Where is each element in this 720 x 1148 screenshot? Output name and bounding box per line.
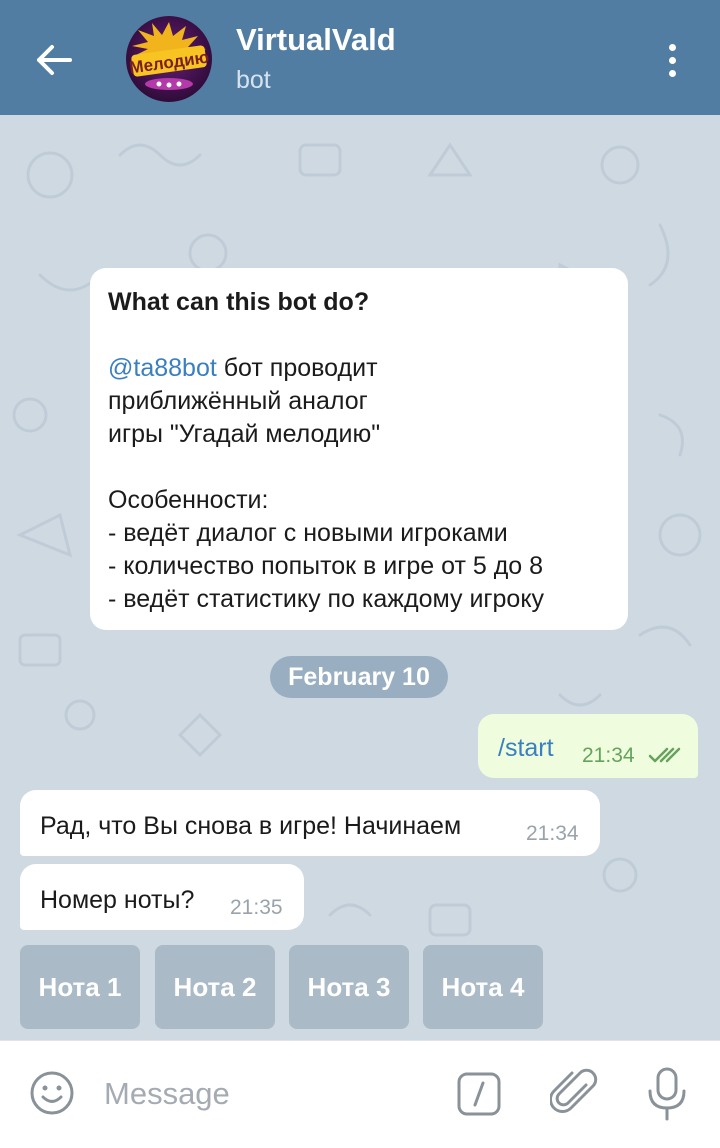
voice-record-button[interactable] (644, 1065, 690, 1123)
incoming-message[interactable]: Номер ноты? 21:35 (20, 864, 304, 930)
back-button[interactable] (28, 34, 80, 86)
more-vertical-icon (668, 43, 676, 51)
message-time: 21:35 (230, 896, 283, 919)
bot-mention-link[interactable]: @ta88bot (108, 354, 217, 382)
more-menu-button[interactable] (650, 36, 694, 84)
chat-subtitle: bot (236, 66, 271, 94)
slash-command-icon (457, 1072, 501, 1116)
incoming-message[interactable]: Рад, что Вы снова в игре! Начинаем 21:34 (20, 790, 600, 856)
date-divider: February 10 (270, 656, 448, 698)
microphone-icon (648, 1067, 686, 1121)
outgoing-message[interactable]: /start 21:34 (478, 714, 698, 778)
message-input-bar (0, 1040, 720, 1148)
message-time: 21:34 (526, 822, 579, 845)
paperclip-icon (549, 1068, 598, 1113)
bot-description-card: What can this bot do? @ta88bot бот прово… (90, 268, 628, 630)
melody-logo-icon: Мелодию (128, 22, 210, 90)
keyboard-button-note-3[interactable]: Нота 3 (289, 945, 409, 1029)
emoji-button[interactable] (28, 1069, 76, 1117)
command-link[interactable]: /start (498, 734, 554, 763)
attach-button[interactable] (549, 1067, 600, 1121)
smile-icon (30, 1071, 74, 1115)
keyboard-button-note-1[interactable]: Нота 1 (20, 945, 140, 1029)
chat-header: Мелодию VirtualVald bot (0, 0, 720, 115)
arrow-left-icon (37, 45, 72, 75)
double-check-icon (648, 747, 681, 763)
keyboard-button-note-4[interactable]: Нота 4 (423, 945, 543, 1029)
svg-text:Мелодию: Мелодию (128, 48, 210, 78)
bot-avatar[interactable]: Мелодию (126, 16, 212, 102)
bot-features-list: Особенности: - ведёт диалог с новыми игр… (108, 486, 545, 613)
bot-commands-button[interactable] (456, 1071, 502, 1117)
message-input[interactable] (104, 1071, 424, 1117)
bot-description-heading: What can this bot do? (108, 288, 370, 316)
message-text: Номер ноты? (40, 886, 195, 914)
message-time: 21:34 (582, 744, 635, 767)
keyboard-button-note-2[interactable]: Нота 2 (155, 945, 275, 1029)
message-text: Рад, что Вы снова в игре! Начинаем (40, 812, 462, 840)
bot-description-text: @ta88bot бот проводит приближённый анало… (108, 354, 381, 448)
chat-title[interactable]: VirtualVald (236, 22, 396, 58)
